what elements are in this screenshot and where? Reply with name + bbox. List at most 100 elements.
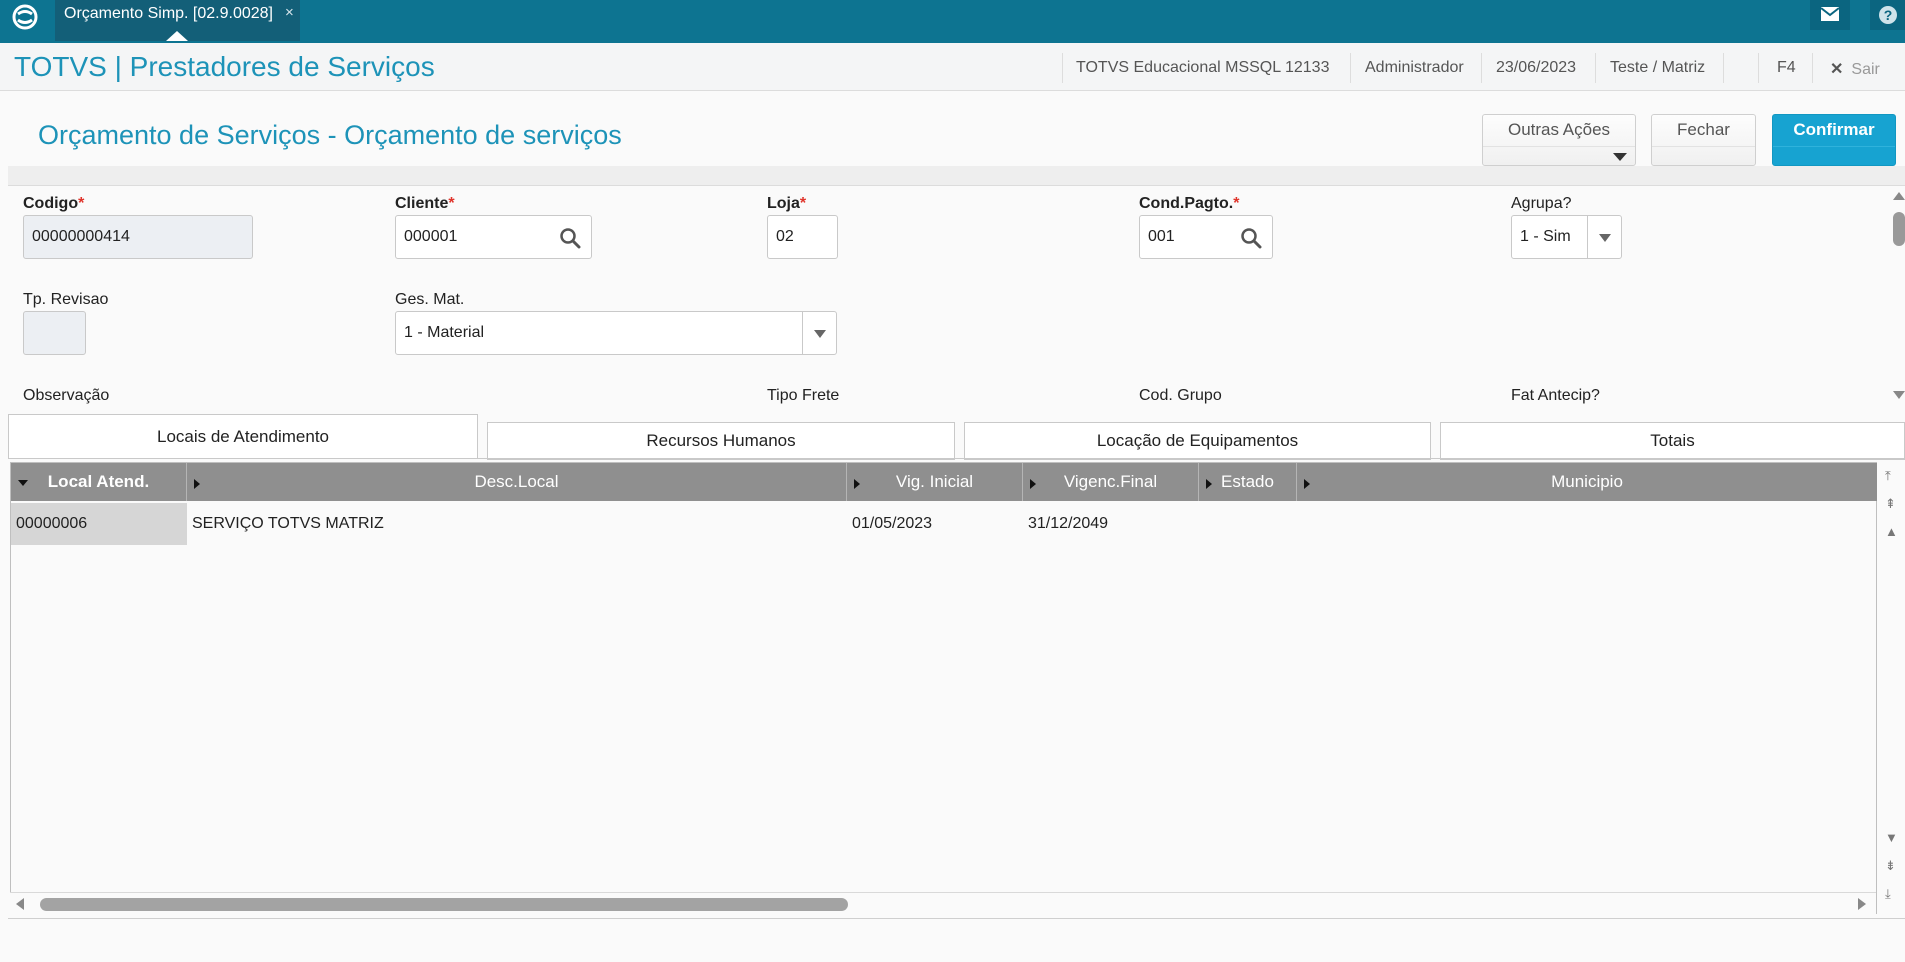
header-separator (1758, 53, 1759, 83)
mail-icon (1820, 7, 1840, 21)
environment-label: TOTVS Educacional MSSQL 12133 (1076, 59, 1330, 76)
cond-pagto-field[interactable]: 001 (1139, 215, 1273, 259)
tab-recursos-humanos[interactable]: Recursos Humanos (487, 422, 955, 460)
column-header-estado[interactable]: Estado (1199, 463, 1297, 501)
column-header-desc-local[interactable]: Desc.Local (187, 463, 847, 501)
agrupa-select[interactable]: 1 - Sim (1511, 215, 1622, 259)
grid-vertical-scrollbar[interactable]: ⤒ ⇞ ▲ ▼ ⇟ ⤓ (1878, 462, 1905, 914)
confirm-button[interactable]: Confirmar (1772, 114, 1896, 166)
cell-vigenc-final[interactable]: 31/12/2049 (1023, 503, 1199, 545)
loja-field[interactable]: 02 (767, 215, 838, 259)
ges-mat-select[interactable]: 1 - Material (395, 311, 837, 355)
ges-mat-dropdown-toggle[interactable] (802, 312, 836, 354)
column-header-label: Local Atend. (47, 472, 150, 491)
cell-desc-local[interactable]: SERVIÇO TOTVS MATRIZ (187, 503, 847, 545)
codigo-field[interactable]: 00000000414 (23, 215, 253, 259)
button-divider (1773, 146, 1895, 147)
loja-label: Loja* (767, 195, 806, 213)
cliente-field[interactable]: 000001 (395, 215, 592, 259)
close-tab-icon[interactable]: × (285, 4, 294, 21)
help-icon: ? (1879, 6, 1897, 24)
tab-totais[interactable]: Totais (1440, 422, 1905, 460)
codigo-label-text: Codigo (23, 195, 79, 212)
cell-vig-inicial[interactable]: 01/05/2023 (847, 503, 1023, 545)
column-header-label: Desc.Local (474, 472, 559, 491)
required-mark: * (1233, 195, 1240, 212)
scroll-down-icon[interactable]: ▼ (1885, 830, 1898, 845)
header-separator (1062, 53, 1063, 83)
app-header: TOTVS | Prestadores de Serviços TOTVS Ed… (0, 43, 1905, 91)
close-button[interactable]: Fechar (1651, 114, 1756, 166)
cond-pagto-value: 001 (1148, 228, 1175, 245)
scroll-right-icon[interactable] (1858, 898, 1866, 910)
loja-value: 02 (776, 228, 794, 245)
chevron-down-icon (1613, 153, 1627, 161)
button-divider (1483, 146, 1635, 147)
branch-label[interactable]: Teste / Matriz (1610, 59, 1705, 77)
mail-button[interactable] (1810, 0, 1850, 30)
agrupa-dropdown-toggle[interactable] (1587, 216, 1621, 258)
tp-revisao-field[interactable] (23, 311, 86, 355)
exit-button[interactable]: ✕ Sair (1830, 59, 1880, 79)
column-header-vigenc-final[interactable]: Vigenc.Final (1023, 463, 1199, 501)
user-label: Administrador (1365, 59, 1464, 76)
tab-locais-de-atendimento[interactable]: Locais de Atendimento (8, 414, 478, 459)
tab-locacao-de-equipamentos[interactable]: Locação de Equipamentos (964, 422, 1431, 460)
agrupa-value: 1 - Sim (1520, 228, 1571, 245)
top-bar: Orçamento Simp. [02.9.0028] × ? (0, 0, 1905, 43)
button-divider (1652, 146, 1755, 147)
title-divider (8, 166, 1905, 186)
other-actions-button[interactable]: Outras Ações (1482, 114, 1636, 166)
totvs-logo-icon[interactable] (11, 3, 39, 31)
column-header-municipio[interactable]: Municipio (1297, 463, 1877, 501)
column-header-label: Vigenc.Final (1063, 472, 1158, 491)
header-separator (1350, 53, 1351, 83)
scroll-page-down-icon[interactable]: ⇟ (1885, 858, 1896, 874)
open-program-tab-label: Orçamento Simp. [02.9.0028] (64, 5, 273, 22)
tipo-frete-label: Tipo Frete (767, 387, 840, 404)
column-header-vig-inicial[interactable]: Vig. Inicial (847, 463, 1023, 501)
column-header-label: Vig. Inicial (895, 472, 974, 491)
column-header-label: Estado (1221, 472, 1274, 491)
tab-label: Recursos Humanos (646, 431, 796, 450)
form-scroll-down-icon[interactable] (1893, 391, 1905, 399)
ges-mat-value: 1 - Material (404, 324, 485, 341)
cell-estado[interactable] (1199, 503, 1297, 545)
f4-shortcut[interactable]: F4 (1777, 59, 1796, 77)
tab-label: Totais (1650, 431, 1695, 450)
column-header-label: Municipio (1551, 472, 1623, 491)
app-title: TOTVS | Prestadores de Serviços (14, 51, 435, 82)
date-label: 23/06/2023 (1496, 59, 1577, 76)
scroll-bottom-icon[interactable]: ⤓ (1885, 886, 1891, 902)
required-mark: * (78, 195, 85, 212)
horizontal-scroll-thumb[interactable] (40, 898, 848, 911)
confirm-label: Confirmar (1793, 120, 1875, 139)
header-separator (1595, 53, 1596, 83)
table-row[interactable]: 00000006 SERVIÇO TOTVS MATRIZ 01/05/2023… (11, 503, 1877, 545)
close-label: Fechar (1677, 120, 1730, 139)
other-actions-label: Outras Ações (1507, 120, 1611, 139)
help-button[interactable]: ? (1870, 0, 1905, 30)
form-scroll-up-icon[interactable] (1893, 192, 1905, 200)
active-tab-indicator (166, 31, 188, 41)
open-program-tab[interactable]: Orçamento Simp. [02.9.0028] × (55, 0, 300, 41)
cond-pagto-label: Cond.Pagto.* (1139, 195, 1239, 213)
column-header-local-atend[interactable]: Local Atend. (11, 463, 187, 501)
scroll-page-up-icon[interactable]: ⇞ (1885, 496, 1896, 512)
grid-horizontal-scrollbar[interactable] (10, 892, 1876, 914)
form-scrollbar-thumb[interactable] (1893, 212, 1905, 246)
cell-local-atend[interactable]: 00000006 (11, 503, 187, 545)
required-mark: * (799, 195, 807, 212)
header-separator (1812, 53, 1813, 83)
scroll-top-icon[interactable]: ⤒ (1885, 468, 1891, 484)
scroll-left-icon[interactable] (16, 898, 24, 910)
search-icon[interactable] (559, 227, 581, 249)
cliente-value: 000001 (404, 228, 458, 245)
search-icon[interactable] (1240, 227, 1262, 249)
loja-label-text: Loja (767, 195, 800, 212)
header-separator (1723, 53, 1724, 83)
chevron-down-icon (814, 330, 826, 338)
cell-municipio[interactable] (1297, 503, 1877, 545)
cliente-label: Cliente* (395, 195, 455, 213)
scroll-up-icon[interactable]: ▲ (1885, 524, 1898, 539)
